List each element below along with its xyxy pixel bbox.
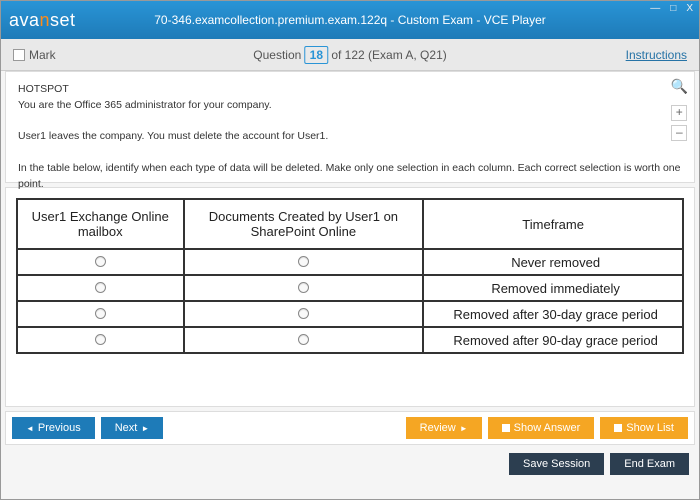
mark-question[interactable]: Mark bbox=[13, 48, 56, 62]
show-answer-button[interactable]: Show Answer bbox=[488, 417, 595, 439]
question-tag: HOTSPOT bbox=[18, 82, 682, 98]
magnifier-icon[interactable]: 🔍 bbox=[671, 76, 688, 97]
radio-option[interactable] bbox=[95, 308, 106, 319]
radio-option[interactable] bbox=[298, 308, 309, 319]
close-button[interactable]: X bbox=[686, 3, 693, 14]
question-number: 18 bbox=[305, 46, 328, 64]
radio-option[interactable] bbox=[298, 282, 309, 293]
window-title: 70-346.examcollection.premium.exam.122q … bbox=[154, 13, 546, 27]
radio-option[interactable] bbox=[95, 334, 106, 345]
radio-option[interactable] bbox=[95, 256, 106, 267]
zoom-controls: 🔍 + – bbox=[671, 76, 688, 141]
end-exam-button[interactable]: End Exam bbox=[610, 453, 689, 475]
maximize-button[interactable]: □ bbox=[670, 3, 676, 14]
question-text-panel: HOTSPOT You are the Office 365 administr… bbox=[5, 71, 695, 183]
bottom-bar: Save Session End Exam bbox=[1, 449, 699, 483]
column-header: User1 Exchange Online mailbox bbox=[17, 199, 184, 249]
table-row: Removed after 90-day grace period bbox=[17, 327, 683, 353]
table-row: Removed after 30-day grace period bbox=[17, 301, 683, 327]
window-controls: — □ X bbox=[644, 1, 699, 16]
hotspot-table: User1 Exchange Online mailbox Documents … bbox=[16, 198, 684, 354]
save-session-button[interactable]: Save Session bbox=[509, 453, 604, 475]
question-line: You are the Office 365 administrator for… bbox=[18, 98, 682, 114]
radio-option[interactable] bbox=[95, 282, 106, 293]
question-line: In the table below, identify when each t… bbox=[18, 161, 682, 193]
question-header: Mark Question 18 of 122 (Exam A, Q21) In… bbox=[1, 39, 699, 71]
radio-option[interactable] bbox=[298, 334, 309, 345]
timeframe-label: Removed after 30-day grace period bbox=[423, 301, 683, 327]
previous-button[interactable]: Previous bbox=[12, 417, 95, 439]
timeframe-label: Never removed bbox=[423, 249, 683, 275]
mark-checkbox[interactable] bbox=[13, 49, 25, 61]
timeframe-label: Removed after 90-day grace period bbox=[423, 327, 683, 353]
show-list-button[interactable]: Show List bbox=[600, 417, 688, 439]
table-row: Never removed bbox=[17, 249, 683, 275]
table-row: Removed immediately bbox=[17, 275, 683, 301]
radio-option[interactable] bbox=[298, 256, 309, 267]
zoom-in-button[interactable]: + bbox=[671, 105, 687, 121]
navigation-bar: Previous Next Review Show Answer Show Li… bbox=[5, 411, 695, 445]
next-button[interactable]: Next bbox=[101, 417, 164, 439]
title-bar: avanset 70-346.examcollection.premium.ex… bbox=[1, 1, 699, 39]
mark-label: Mark bbox=[29, 48, 56, 62]
minimize-button[interactable]: — bbox=[650, 3, 660, 14]
timeframe-label: Removed immediately bbox=[423, 275, 683, 301]
question-indicator: Question 18 of 122 (Exam A, Q21) bbox=[253, 48, 446, 62]
column-header: Documents Created by User1 on SharePoint… bbox=[184, 199, 424, 249]
column-header: Timeframe bbox=[423, 199, 683, 249]
question-line: User1 leaves the company. You must delet… bbox=[18, 129, 682, 145]
instructions-link[interactable]: Instructions bbox=[626, 48, 687, 62]
zoom-out-button[interactable]: – bbox=[671, 125, 687, 141]
answer-panel: User1 Exchange Online mailbox Documents … bbox=[5, 187, 695, 407]
review-button[interactable]: Review bbox=[406, 417, 482, 439]
app-logo: avanset bbox=[9, 10, 76, 31]
